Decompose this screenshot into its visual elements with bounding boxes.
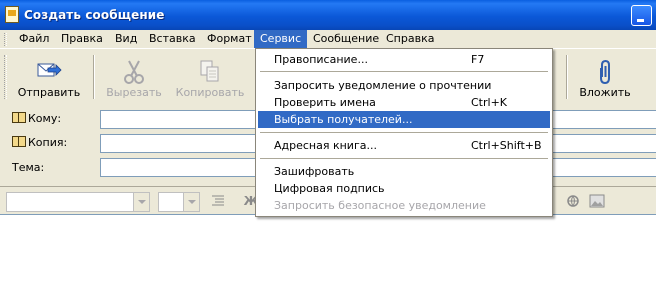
address-book-icon: [12, 136, 26, 147]
copy-button[interactable]: Копировать: [175, 55, 245, 101]
menu-item-address-book[interactable]: Адресная книга... Ctrl+Shift+B: [258, 137, 550, 154]
toolbar-grip[interactable]: [4, 55, 7, 99]
menu-item-label: Правописание...: [274, 53, 368, 66]
menu-item-request-secure-receipt: Запросить безопасное уведомление: [258, 197, 550, 214]
cut-button[interactable]: Вырезать: [102, 55, 166, 101]
menu-item-label: Выбрать получателей...: [274, 113, 413, 126]
menu-item-check-names[interactable]: Проверить имена Ctrl+K: [258, 94, 550, 111]
chevron-down-icon: [133, 193, 149, 211]
chevron-down-icon: [183, 193, 199, 211]
font-size-select[interactable]: [158, 192, 200, 212]
toolbar-separator: [93, 55, 95, 99]
font-name-select[interactable]: [6, 192, 150, 212]
menu-view[interactable]: Вид: [109, 30, 143, 48]
cc-field-label[interactable]: Копия:: [12, 136, 67, 149]
new-message-app-icon: [5, 6, 19, 23]
menu-edit[interactable]: Правка: [55, 30, 109, 48]
menu-item-label: Адресная книга...: [274, 139, 377, 152]
service-menu-dropdown: Правописание... F7 Запросить уведомление…: [255, 48, 553, 217]
menu-item-shortcut: F7: [471, 53, 485, 66]
message-body-editor[interactable]: [0, 214, 656, 297]
menu-separator: [260, 158, 548, 159]
attach-button[interactable]: Вложить: [575, 55, 635, 101]
menu-help[interactable]: Справка: [380, 30, 440, 48]
menu-item-spelling[interactable]: Правописание... F7: [258, 51, 550, 68]
menu-item-digital-signature[interactable]: Цифровая подпись: [258, 180, 550, 197]
insert-picture-icon[interactable]: [589, 194, 605, 208]
menu-message[interactable]: Сообщение: [307, 30, 385, 48]
menu-file[interactable]: Файл: [13, 30, 55, 48]
insert-hyperlink-icon[interactable]: [566, 194, 582, 208]
menu-insert[interactable]: Вставка: [143, 30, 202, 48]
send-button-label: Отправить: [17, 86, 81, 99]
title-bar[interactable]: Создать сообщение: [0, 0, 656, 30]
menu-format[interactable]: Формат: [201, 30, 258, 48]
menu-item-encrypt[interactable]: Зашифровать: [258, 163, 550, 180]
send-icon: [36, 59, 62, 86]
minimize-button[interactable]: [631, 5, 652, 26]
menu-item-label: Зашифровать: [274, 165, 355, 178]
to-field-label[interactable]: Кому:: [12, 112, 61, 125]
cut-button-label: Вырезать: [106, 86, 162, 99]
menu-separator: [260, 132, 548, 133]
menu-item-label: Проверить имена: [274, 96, 376, 109]
menu-separator: [260, 71, 548, 72]
subject-field-label: Тема:: [12, 161, 45, 174]
menu-item-label: Запросить уведомление о прочтении: [274, 79, 492, 92]
copy-button-label: Копировать: [175, 86, 245, 99]
send-button[interactable]: Отправить: [14, 55, 84, 101]
window-title: Создать сообщение: [24, 8, 165, 22]
to-label-text: Кому:: [28, 112, 62, 125]
paragraph-style-icon[interactable]: [210, 194, 226, 208]
address-book-icon: [12, 112, 26, 123]
cc-label-text: Копия:: [28, 136, 68, 149]
menu-item-shortcut: Ctrl+Shift+B: [471, 139, 542, 152]
copy-icon: [198, 59, 222, 88]
menu-item-select-recipients[interactable]: Выбрать получателей...: [258, 111, 550, 128]
menu-item-label: Цифровая подпись: [274, 182, 385, 195]
menu-bar: Файл Правка Вид Вставка Формат Сервис Со…: [0, 30, 656, 48]
menu-item-shortcut: Ctrl+K: [471, 96, 508, 109]
toolbar-separator: [566, 55, 568, 99]
menu-item-request-read-receipt[interactable]: Запросить уведомление о прочтении: [258, 77, 550, 94]
menu-item-label: Запросить безопасное уведомление: [274, 199, 486, 212]
scissors-icon: [122, 59, 146, 88]
paperclip-icon: [596, 59, 614, 88]
attach-button-label: Вложить: [579, 86, 631, 99]
compose-window: Создать сообщение Файл Правка Вид Вставк…: [0, 0, 656, 297]
menu-service[interactable]: Сервис: [254, 30, 308, 48]
menubar-grip[interactable]: [4, 33, 7, 46]
